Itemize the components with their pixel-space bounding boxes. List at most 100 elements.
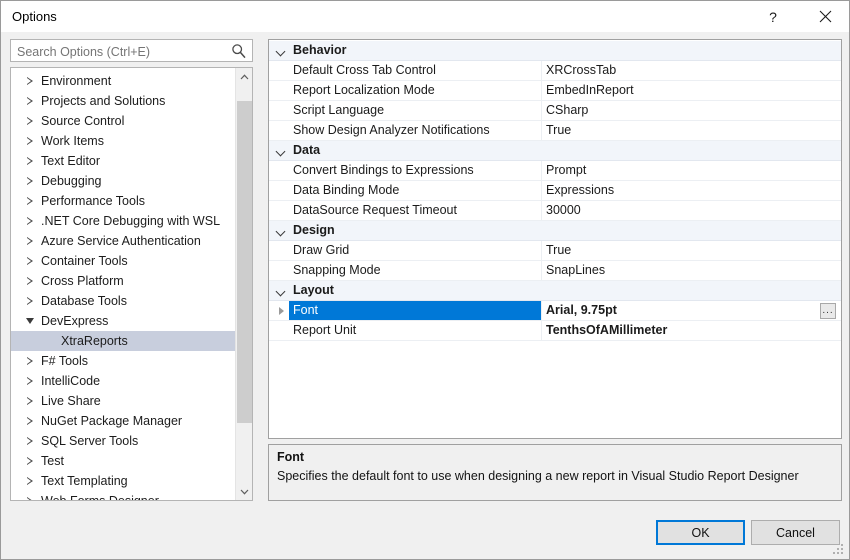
triangle-right-icon[interactable]	[24, 371, 36, 391]
triangle-right-icon[interactable]	[24, 431, 36, 451]
property-value[interactable]: SnapLines	[546, 261, 605, 280]
search-input[interactable]	[17, 43, 222, 60]
triangle-right-icon[interactable]	[24, 71, 36, 91]
sidebar-item-azure-service-authentication[interactable]: Azure Service Authentication	[11, 231, 235, 251]
title-bar: Options ?	[1, 1, 849, 32]
sidebar-item-text-editor[interactable]: Text Editor	[11, 151, 235, 171]
sidebar-item-debugging[interactable]: Debugging	[11, 171, 235, 191]
sidebar-item-nuget-package-manager[interactable]: NuGet Package Manager	[11, 411, 235, 431]
sidebar-item-projects-and-solutions[interactable]: Projects and Solutions	[11, 91, 235, 111]
property-category-design[interactable]: Design	[269, 221, 841, 241]
triangle-right-icon[interactable]	[24, 451, 36, 471]
triangle-right-icon[interactable]	[274, 301, 288, 320]
triangle-right-icon[interactable]	[24, 291, 36, 311]
property-value[interactable]: Arial, 9.75pt	[546, 301, 617, 320]
property-row-font[interactable]: FontArial, 9.75pt...	[269, 301, 841, 321]
property-value[interactable]: True	[546, 121, 571, 140]
sidebar-item-live-share[interactable]: Live Share	[11, 391, 235, 411]
property-value[interactable]: TenthsOfAMillimeter	[546, 321, 667, 340]
sidebar-item-text-templating[interactable]: Text Templating	[11, 471, 235, 491]
sidebar-item-work-items[interactable]: Work Items	[11, 131, 235, 151]
property-row-snapping-mode[interactable]: Snapping ModeSnapLines	[269, 261, 841, 281]
chevron-down-icon[interactable]	[274, 141, 288, 160]
triangle-right-icon[interactable]	[24, 491, 36, 501]
tree-scrollbar[interactable]	[235, 68, 252, 500]
ok-button[interactable]: OK	[656, 520, 745, 545]
help-icon[interactable]: ?	[750, 1, 796, 32]
triangle-right-icon[interactable]	[24, 111, 36, 131]
property-row-report-unit[interactable]: Report UnitTenthsOfAMillimeter	[269, 321, 841, 341]
description-panel: Font Specifies the default font to use w…	[268, 444, 842, 501]
triangle-right-icon[interactable]	[24, 171, 36, 191]
triangle-right-icon[interactable]	[24, 211, 36, 231]
resize-grip-icon[interactable]	[833, 544, 845, 556]
property-name: DataSource Request Timeout	[293, 201, 457, 220]
chevron-down-icon[interactable]	[236, 483, 253, 500]
cancel-button-label: Cancel	[776, 526, 815, 540]
search-icon[interactable]	[231, 43, 247, 59]
sidebar-item-source-control[interactable]: Source Control	[11, 111, 235, 131]
property-row-draw-grid[interactable]: Draw Grid True	[269, 241, 841, 261]
grip-dot	[841, 552, 843, 554]
property-name: Draw Grid	[293, 241, 349, 260]
sidebar-item-label: Test	[41, 451, 64, 471]
property-row-datasource-request-timeout[interactable]: DataSource Request Timeout 30000	[269, 201, 841, 221]
triangle-right-icon[interactable]	[24, 251, 36, 271]
sidebar-item-database-tools[interactable]: Database Tools	[11, 291, 235, 311]
property-value[interactable]: CSharp	[546, 101, 588, 120]
cancel-button[interactable]: Cancel	[751, 520, 840, 545]
triangle-right-icon[interactable]	[24, 91, 36, 111]
triangle-right-icon[interactable]	[24, 231, 36, 251]
property-value[interactable]: XRCrossTab	[546, 61, 616, 80]
property-row-convert-bindings-to-expressions[interactable]: Convert Bindings to ExpressionsPrompt	[269, 161, 841, 181]
sidebar-item-sql-server-tools[interactable]: SQL Server Tools	[11, 431, 235, 451]
property-row-default-cross-tab-control[interactable]: Default Cross Tab ControlXRCrossTab	[269, 61, 841, 81]
property-value[interactable]: Expressions	[546, 181, 614, 200]
options-category-tree[interactable]: EnvironmentProjects and SolutionsSource …	[10, 67, 253, 501]
sidebar-item-label: Debugging	[41, 171, 101, 191]
property-category-layout[interactable]: Layout	[269, 281, 841, 301]
sidebar-item-devexpress[interactable]: DevExpress	[11, 311, 235, 331]
triangle-down-icon[interactable]	[24, 311, 36, 331]
triangle-right-icon[interactable]	[24, 271, 36, 291]
triangle-right-icon[interactable]	[24, 151, 36, 171]
triangle-right-icon[interactable]	[24, 191, 36, 211]
triangle-right-icon[interactable]	[24, 471, 36, 491]
property-row-show-design-analyzer-notifications[interactable]: Show Design Analyzer NotificationsTrue	[269, 121, 841, 141]
property-value[interactable]: 30000	[546, 201, 581, 220]
ellipsis-editor-button[interactable]: ...	[820, 303, 836, 319]
chevron-down-icon[interactable]	[274, 281, 288, 300]
sidebar-item-container-tools[interactable]: Container Tools	[11, 251, 235, 271]
property-value[interactable]: Prompt	[546, 161, 586, 180]
triangle-right-icon[interactable]	[24, 131, 36, 151]
sidebar-item-test[interactable]: Test	[11, 451, 235, 471]
scrollbar-thumb[interactable]	[237, 101, 252, 423]
property-grid[interactable]: BehaviorDefault Cross Tab ControlXRCross…	[268, 39, 842, 439]
sidebar-item-cross-platform[interactable]: Cross Platform	[11, 271, 235, 291]
property-category-data[interactable]: Data	[269, 141, 841, 161]
sidebar-item-environment[interactable]: Environment	[11, 71, 235, 91]
grip-dot	[841, 544, 843, 546]
sidebar-item-web-forms-designer[interactable]: Web Forms Designer	[11, 491, 235, 501]
column-divider	[541, 161, 542, 180]
column-divider	[541, 241, 542, 260]
search-box[interactable]	[10, 39, 253, 62]
property-row-data-binding-mode[interactable]: Data Binding ModeExpressions	[269, 181, 841, 201]
property-value[interactable]: True	[546, 241, 571, 260]
property-category-behavior[interactable]: Behavior	[269, 41, 841, 61]
triangle-right-icon[interactable]	[24, 351, 36, 371]
triangle-right-icon[interactable]	[24, 411, 36, 431]
triangle-right-icon[interactable]	[24, 391, 36, 411]
chevron-down-icon[interactable]	[274, 41, 288, 60]
sidebar-item-xtrareports[interactable]: XtraReports	[11, 331, 235, 351]
sidebar-item-performance-tools[interactable]: Performance Tools	[11, 191, 235, 211]
sidebar-item-net-core-debugging-with-wsl[interactable]: .NET Core Debugging with WSL	[11, 211, 235, 231]
close-icon[interactable]	[802, 1, 848, 32]
sidebar-item-intellicode[interactable]: IntelliCode	[11, 371, 235, 391]
property-row-report-localization-mode[interactable]: Report Localization ModeEmbedInReport	[269, 81, 841, 101]
sidebar-item-f-tools[interactable]: F# Tools	[11, 351, 235, 371]
chevron-down-icon[interactable]	[274, 221, 288, 240]
chevron-up-icon[interactable]	[236, 68, 253, 85]
property-value[interactable]: EmbedInReport	[546, 81, 634, 100]
property-row-script-language[interactable]: Script LanguageCSharp	[269, 101, 841, 121]
